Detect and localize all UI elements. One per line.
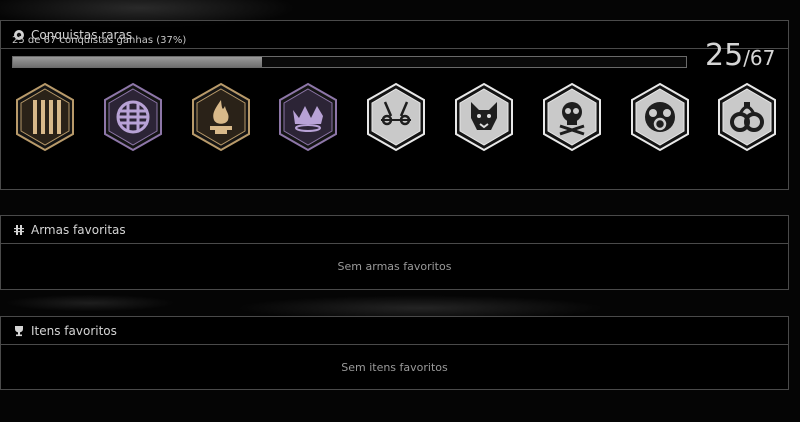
skull-crossbones-icon (542, 82, 601, 152)
favorite-items-title: Itens favoritos (31, 323, 117, 338)
trophy-icon (13, 325, 25, 337)
favorite-items-panel: Itens favoritos Sem itens favoritos (0, 316, 789, 390)
achievements-total: /67 (743, 46, 776, 70)
globe-grid-icon (103, 82, 162, 152)
achievements-earned-count: 25 (705, 38, 744, 73)
achievements-counter: 25/67 (705, 38, 775, 73)
wolf-head-icon (455, 82, 513, 152)
prison-bars-icon (16, 82, 74, 152)
achievement-badge[interactable] (453, 82, 515, 152)
achievements-progress-text: 25 de 67 conquistas ganhas (37%) (12, 35, 187, 46)
favorite-items-empty: Sem itens favoritos (341, 360, 448, 374)
flame-icon (191, 82, 250, 152)
achievements-progress-bar (12, 56, 687, 68)
achievement-badge[interactable] (277, 82, 339, 152)
bullets-icon (13, 224, 25, 236)
achievement-badge[interactable] (365, 82, 427, 152)
crown-icon (279, 82, 338, 152)
favorite-weapons-empty: Sem armas favoritos (337, 259, 452, 273)
favorite-weapons-title: Armas favoritas (31, 222, 126, 237)
gas-mask-icon (630, 82, 689, 152)
achievement-badge[interactable] (716, 82, 778, 152)
favorite-items-header: Itens favoritos (1, 317, 788, 345)
favorite-weapons-panel: Armas favoritas Sem armas favoritos (0, 215, 789, 290)
handcuffs-icon (718, 82, 777, 152)
tripwire-icon (367, 82, 426, 152)
achievement-badge[interactable] (102, 82, 164, 152)
achievement-badge[interactable] (190, 82, 252, 152)
favorite-weapons-header: Armas favoritas (1, 216, 788, 244)
achievement-badge[interactable] (629, 82, 691, 152)
achievement-badges (0, 82, 789, 152)
achievement-badge[interactable] (14, 82, 76, 152)
achievements-progress-fill (13, 57, 262, 67)
achievement-badge[interactable] (541, 82, 603, 152)
